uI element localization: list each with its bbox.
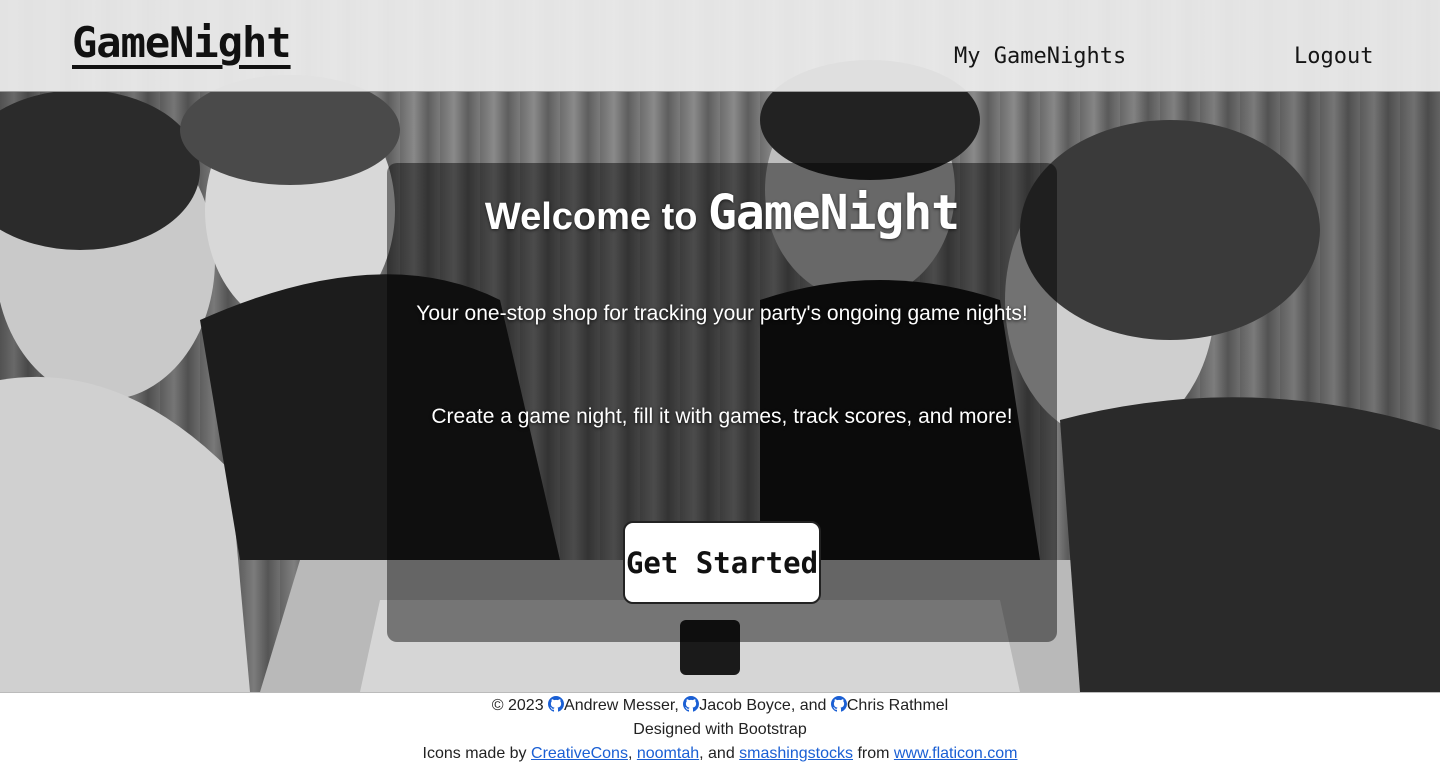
- author-jacob: Jacob Boyce, and: [699, 697, 827, 714]
- link-flaticon[interactable]: www.flaticon.com: [894, 745, 1018, 762]
- brand-logo-link[interactable]: GameNight: [72, 18, 292, 67]
- nav-my-gamenights[interactable]: My GameNights: [954, 44, 1126, 69]
- footer-credits: © 2023 Andrew Messer, Jacob Boyce, and C…: [0, 694, 1440, 718]
- link-creativecons[interactable]: CreativeCons: [531, 745, 628, 762]
- footer: © 2023 Andrew Messer, Jacob Boyce, and C…: [0, 692, 1440, 765]
- link-noomtah[interactable]: noomtah: [637, 745, 699, 762]
- author-andrew: Andrew Messer,: [564, 697, 679, 714]
- link-smashingstocks[interactable]: smashingstocks: [739, 745, 853, 762]
- github-icon[interactable]: [683, 696, 700, 712]
- from-text: from: [857, 745, 890, 762]
- top-navbar: GameNight My GameNights Logout: [0, 0, 1440, 92]
- footer-designed-with: Designed with Bootstrap: [633, 721, 807, 738]
- hero-card: Welcome to GameNight Your one-stop shop …: [387, 163, 1057, 642]
- author-chris: Chris Rathmel: [846, 697, 949, 714]
- hero-title-prefix: Welcome to: [484, 196, 698, 238]
- separator-and: , and: [699, 745, 735, 762]
- hero-title-brand: GameNight: [708, 185, 960, 241]
- footer-icon-credits: Icons made by CreativeCons, noomtah, and…: [0, 742, 1440, 765]
- icons-prefix: Icons made by: [422, 745, 527, 762]
- get-started-button[interactable]: Get Started: [623, 521, 821, 604]
- nav-logout[interactable]: Logout: [1294, 44, 1373, 69]
- hero-tagline: Your one-stop shop for tracking your par…: [416, 302, 1028, 325]
- github-icon[interactable]: [830, 696, 847, 712]
- copyright-text: © 2023: [491, 697, 544, 714]
- hero-description: Create a game night, fill it with games,…: [431, 405, 1013, 428]
- separator-comma: ,: [627, 745, 633, 762]
- github-icon[interactable]: [548, 696, 565, 712]
- hero-title: Welcome to GameNight: [387, 185, 1057, 241]
